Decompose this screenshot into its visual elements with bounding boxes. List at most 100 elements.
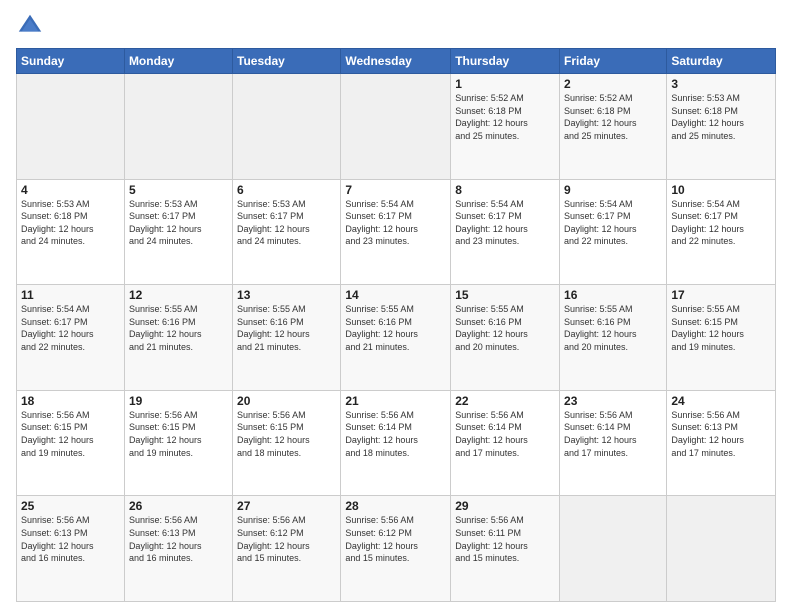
day-number: 27	[237, 499, 336, 513]
calendar-cell	[17, 74, 125, 180]
day-number: 13	[237, 288, 336, 302]
day-info: Sunrise: 5:56 AM Sunset: 6:11 PM Dayligh…	[455, 514, 555, 564]
day-number: 11	[21, 288, 120, 302]
calendar-cell: 2Sunrise: 5:52 AM Sunset: 6:18 PM Daylig…	[560, 74, 667, 180]
calendar-cell: 8Sunrise: 5:54 AM Sunset: 6:17 PM Daylig…	[451, 179, 560, 285]
calendar-cell	[341, 74, 451, 180]
weekday-header: Thursday	[451, 49, 560, 74]
day-info: Sunrise: 5:56 AM Sunset: 6:14 PM Dayligh…	[564, 409, 662, 459]
day-info: Sunrise: 5:56 AM Sunset: 6:13 PM Dayligh…	[129, 514, 228, 564]
calendar-cell: 22Sunrise: 5:56 AM Sunset: 6:14 PM Dayli…	[451, 390, 560, 496]
day-info: Sunrise: 5:55 AM Sunset: 6:16 PM Dayligh…	[345, 303, 446, 353]
day-info: Sunrise: 5:54 AM Sunset: 6:17 PM Dayligh…	[564, 198, 662, 248]
calendar-week: 4Sunrise: 5:53 AM Sunset: 6:18 PM Daylig…	[17, 179, 776, 285]
calendar-cell: 6Sunrise: 5:53 AM Sunset: 6:17 PM Daylig…	[233, 179, 341, 285]
calendar-week: 25Sunrise: 5:56 AM Sunset: 6:13 PM Dayli…	[17, 496, 776, 602]
day-info: Sunrise: 5:56 AM Sunset: 6:14 PM Dayligh…	[345, 409, 446, 459]
day-number: 23	[564, 394, 662, 408]
day-info: Sunrise: 5:56 AM Sunset: 6:14 PM Dayligh…	[455, 409, 555, 459]
calendar-cell: 16Sunrise: 5:55 AM Sunset: 6:16 PM Dayli…	[560, 285, 667, 391]
calendar-cell: 4Sunrise: 5:53 AM Sunset: 6:18 PM Daylig…	[17, 179, 125, 285]
calendar-cell: 11Sunrise: 5:54 AM Sunset: 6:17 PM Dayli…	[17, 285, 125, 391]
day-info: Sunrise: 5:56 AM Sunset: 6:15 PM Dayligh…	[129, 409, 228, 459]
header-row: SundayMondayTuesdayWednesdayThursdayFrid…	[17, 49, 776, 74]
calendar-cell	[560, 496, 667, 602]
weekday-header: Monday	[124, 49, 232, 74]
day-number: 19	[129, 394, 228, 408]
day-number: 4	[21, 183, 120, 197]
calendar-week: 11Sunrise: 5:54 AM Sunset: 6:17 PM Dayli…	[17, 285, 776, 391]
day-info: Sunrise: 5:54 AM Sunset: 6:17 PM Dayligh…	[345, 198, 446, 248]
day-number: 3	[671, 77, 771, 91]
calendar-week: 1Sunrise: 5:52 AM Sunset: 6:18 PM Daylig…	[17, 74, 776, 180]
day-info: Sunrise: 5:53 AM Sunset: 6:17 PM Dayligh…	[237, 198, 336, 248]
weekday-header: Friday	[560, 49, 667, 74]
calendar-cell: 23Sunrise: 5:56 AM Sunset: 6:14 PM Dayli…	[560, 390, 667, 496]
day-number: 9	[564, 183, 662, 197]
day-info: Sunrise: 5:53 AM Sunset: 6:18 PM Dayligh…	[21, 198, 120, 248]
day-info: Sunrise: 5:56 AM Sunset: 6:12 PM Dayligh…	[345, 514, 446, 564]
calendar-cell: 26Sunrise: 5:56 AM Sunset: 6:13 PM Dayli…	[124, 496, 232, 602]
calendar-cell: 21Sunrise: 5:56 AM Sunset: 6:14 PM Dayli…	[341, 390, 451, 496]
day-number: 28	[345, 499, 446, 513]
day-info: Sunrise: 5:55 AM Sunset: 6:15 PM Dayligh…	[671, 303, 771, 353]
calendar-cell: 24Sunrise: 5:56 AM Sunset: 6:13 PM Dayli…	[667, 390, 776, 496]
day-number: 26	[129, 499, 228, 513]
day-number: 10	[671, 183, 771, 197]
day-info: Sunrise: 5:52 AM Sunset: 6:18 PM Dayligh…	[564, 92, 662, 142]
calendar-cell: 5Sunrise: 5:53 AM Sunset: 6:17 PM Daylig…	[124, 179, 232, 285]
calendar-cell: 17Sunrise: 5:55 AM Sunset: 6:15 PM Dayli…	[667, 285, 776, 391]
calendar-cell: 25Sunrise: 5:56 AM Sunset: 6:13 PM Dayli…	[17, 496, 125, 602]
calendar-cell: 14Sunrise: 5:55 AM Sunset: 6:16 PM Dayli…	[341, 285, 451, 391]
calendar-cell: 10Sunrise: 5:54 AM Sunset: 6:17 PM Dayli…	[667, 179, 776, 285]
day-info: Sunrise: 5:54 AM Sunset: 6:17 PM Dayligh…	[455, 198, 555, 248]
weekday-header: Sunday	[17, 49, 125, 74]
calendar-cell	[233, 74, 341, 180]
calendar-cell: 29Sunrise: 5:56 AM Sunset: 6:11 PM Dayli…	[451, 496, 560, 602]
day-number: 21	[345, 394, 446, 408]
day-info: Sunrise: 5:56 AM Sunset: 6:13 PM Dayligh…	[21, 514, 120, 564]
day-info: Sunrise: 5:56 AM Sunset: 6:15 PM Dayligh…	[21, 409, 120, 459]
calendar-cell: 1Sunrise: 5:52 AM Sunset: 6:18 PM Daylig…	[451, 74, 560, 180]
day-info: Sunrise: 5:55 AM Sunset: 6:16 PM Dayligh…	[129, 303, 228, 353]
calendar-cell: 18Sunrise: 5:56 AM Sunset: 6:15 PM Dayli…	[17, 390, 125, 496]
day-number: 24	[671, 394, 771, 408]
weekday-header: Tuesday	[233, 49, 341, 74]
calendar-cell: 27Sunrise: 5:56 AM Sunset: 6:12 PM Dayli…	[233, 496, 341, 602]
weekday-header: Saturday	[667, 49, 776, 74]
day-number: 16	[564, 288, 662, 302]
day-number: 8	[455, 183, 555, 197]
day-number: 5	[129, 183, 228, 197]
day-number: 20	[237, 394, 336, 408]
logo-icon	[16, 12, 44, 40]
day-info: Sunrise: 5:54 AM Sunset: 6:17 PM Dayligh…	[21, 303, 120, 353]
top-section	[16, 12, 776, 40]
weekday-header: Wednesday	[341, 49, 451, 74]
day-info: Sunrise: 5:55 AM Sunset: 6:16 PM Dayligh…	[564, 303, 662, 353]
day-number: 7	[345, 183, 446, 197]
day-info: Sunrise: 5:55 AM Sunset: 6:16 PM Dayligh…	[237, 303, 336, 353]
day-number: 25	[21, 499, 120, 513]
day-number: 14	[345, 288, 446, 302]
calendar-cell: 20Sunrise: 5:56 AM Sunset: 6:15 PM Dayli…	[233, 390, 341, 496]
day-info: Sunrise: 5:55 AM Sunset: 6:16 PM Dayligh…	[455, 303, 555, 353]
calendar-cell: 19Sunrise: 5:56 AM Sunset: 6:15 PM Dayli…	[124, 390, 232, 496]
calendar-cell: 7Sunrise: 5:54 AM Sunset: 6:17 PM Daylig…	[341, 179, 451, 285]
day-info: Sunrise: 5:54 AM Sunset: 6:17 PM Dayligh…	[671, 198, 771, 248]
day-info: Sunrise: 5:56 AM Sunset: 6:12 PM Dayligh…	[237, 514, 336, 564]
calendar-cell: 3Sunrise: 5:53 AM Sunset: 6:18 PM Daylig…	[667, 74, 776, 180]
day-number: 17	[671, 288, 771, 302]
day-number: 1	[455, 77, 555, 91]
calendar-cell: 28Sunrise: 5:56 AM Sunset: 6:12 PM Dayli…	[341, 496, 451, 602]
calendar-cell: 12Sunrise: 5:55 AM Sunset: 6:16 PM Dayli…	[124, 285, 232, 391]
calendar-cell	[667, 496, 776, 602]
calendar-cell	[124, 74, 232, 180]
day-number: 12	[129, 288, 228, 302]
day-number: 15	[455, 288, 555, 302]
day-number: 18	[21, 394, 120, 408]
day-info: Sunrise: 5:53 AM Sunset: 6:17 PM Dayligh…	[129, 198, 228, 248]
logo	[16, 12, 48, 40]
day-info: Sunrise: 5:52 AM Sunset: 6:18 PM Dayligh…	[455, 92, 555, 142]
calendar: SundayMondayTuesdayWednesdayThursdayFrid…	[16, 48, 776, 602]
calendar-cell: 13Sunrise: 5:55 AM Sunset: 6:16 PM Dayli…	[233, 285, 341, 391]
